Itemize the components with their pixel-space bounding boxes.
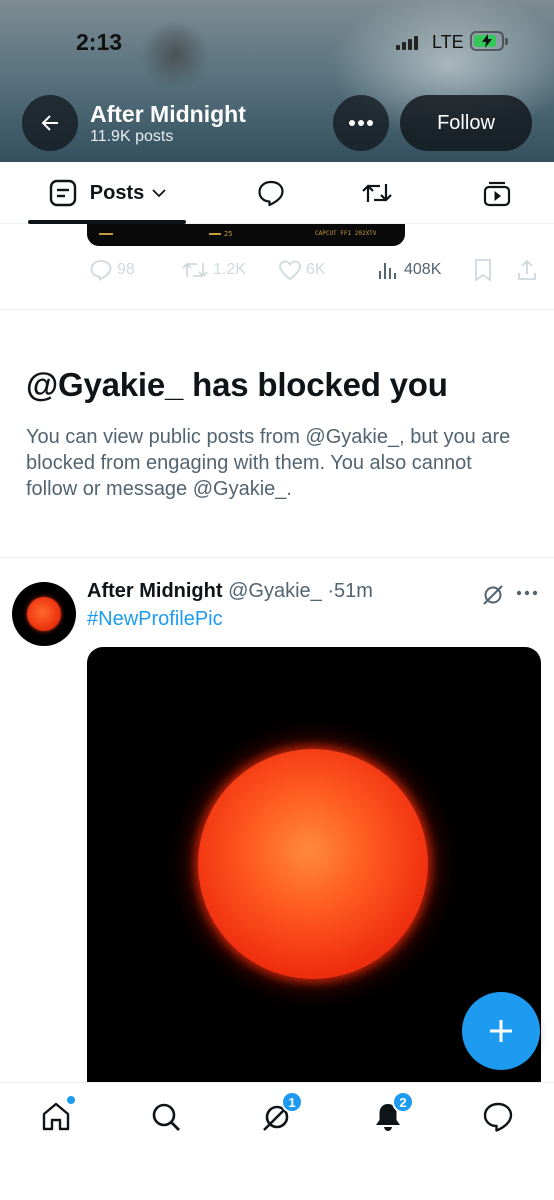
nav-search[interactable] (146, 1097, 186, 1137)
tweet-handle[interactable]: @Gyakie_ (228, 580, 322, 602)
follow-button[interactable]: Follow (400, 95, 532, 151)
nav-grok[interactable]: 1 (257, 1091, 303, 1137)
heart-icon (279, 260, 301, 281)
like-count: 6K (306, 261, 326, 278)
avatar-image (27, 597, 61, 631)
repost-icon (362, 184, 392, 202)
search-icon (152, 1103, 180, 1131)
home-notification-dot (66, 1095, 76, 1105)
chevron-down-icon (152, 189, 166, 198)
media-caption: 25 (224, 230, 233, 238)
tab-reposts[interactable] (356, 162, 398, 224)
avatar[interactable] (12, 582, 76, 646)
posts-icon (49, 179, 76, 207)
nav-notifications[interactable]: 2 (368, 1091, 414, 1137)
reply-icon (258, 180, 284, 207)
messages-icon (483, 1102, 513, 1132)
repost-count: 1.2K (213, 261, 246, 278)
profile-name: After Midnight (90, 101, 246, 127)
previous-post-media[interactable]: 25 CAPCUT FF1 202XTV (87, 224, 405, 246)
notifications-badge: 2 (392, 1091, 414, 1113)
post-count: 11.9K posts (90, 128, 174, 145)
view-count: 408K (404, 261, 442, 278)
tweet-header: After Midnight @Gyakie_ ·51m (87, 580, 373, 603)
blocked-message: You can view public posts from @Gyakie_,… (26, 426, 511, 500)
arrow-left-icon (41, 115, 58, 131)
nav-messages[interactable] (478, 1097, 518, 1137)
tweet-more-button[interactable] (516, 583, 538, 608)
bookmark-icon (475, 259, 491, 282)
grok-badge: 1 (281, 1091, 303, 1113)
previous-post-actions: 98 1.2K 6K 408K (0, 254, 554, 286)
tab-posts-label: Posts (89, 181, 145, 204)
home-icon (42, 1102, 70, 1131)
reply-count: 98 (117, 261, 135, 278)
tab-posts[interactable]: Posts (28, 162, 186, 224)
ellipsis-icon (349, 120, 373, 126)
views-action[interactable]: 408K (376, 254, 441, 286)
bookmark-action[interactable] (472, 254, 494, 286)
share-icon (518, 259, 536, 280)
tweet-hashtag[interactable]: #NewProfilePic (87, 608, 223, 631)
back-button[interactable] (22, 95, 78, 151)
tab-media[interactable] (476, 162, 518, 224)
blocked-title: @Gyakie_ has blocked you (26, 366, 448, 403)
grok-button[interactable] (481, 583, 505, 612)
tweet-author-name[interactable]: After Midnight (87, 580, 223, 602)
status-bar: 2:13 LTE (0, 0, 554, 80)
network-label: LTE (432, 32, 464, 52)
repost-icon (182, 262, 208, 278)
sun-image (198, 749, 428, 979)
reply-icon (90, 260, 112, 281)
signal-icon (396, 34, 422, 50)
divider (0, 309, 554, 310)
battery-icon (470, 31, 508, 51)
compose-button[interactable] (462, 992, 540, 1070)
media-icon (483, 181, 511, 207)
tweet-time[interactable]: 51m (334, 580, 373, 602)
status-time: 2:13 (76, 29, 123, 55)
ellipsis-icon (516, 590, 538, 596)
views-icon (379, 263, 396, 279)
more-options-button[interactable] (333, 95, 389, 151)
repost-action[interactable]: 1.2K (181, 254, 246, 286)
bottom-nav: 1 2 (0, 1082, 554, 1200)
nav-home[interactable] (36, 1095, 76, 1137)
plus-icon (490, 1020, 512, 1042)
profile-tabs: Posts (0, 162, 554, 224)
tab-replies[interactable] (250, 162, 292, 224)
divider (0, 557, 554, 558)
tweet-separator: · (327, 580, 334, 602)
reply-action[interactable]: 98 (89, 254, 135, 286)
like-action[interactable]: 6K (278, 254, 326, 286)
media-watermark: CAPCUT FF1 202XTV (315, 230, 377, 237)
grok-icon (483, 585, 503, 605)
share-action[interactable] (516, 254, 538, 286)
